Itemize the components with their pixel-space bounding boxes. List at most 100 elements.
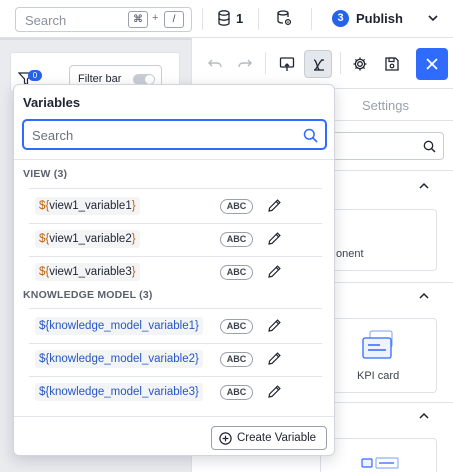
pencil-icon[interactable]	[267, 318, 282, 333]
publish-button[interactable]: Publish	[356, 11, 403, 26]
search-icon	[423, 140, 436, 153]
undo-button[interactable]	[201, 50, 229, 78]
chart-component-icon	[361, 457, 399, 469]
variable-open-token: ${	[39, 353, 50, 365]
shortcut-slash-key: /	[164, 11, 184, 28]
search-icon	[303, 128, 318, 143]
variable-name: view1_variable3	[49, 266, 132, 278]
variable-row[interactable]: ${knowledge_model_variable1} ABC	[29, 312, 322, 340]
variable-close-token: }	[195, 353, 199, 365]
chevron-up-icon[interactable]	[418, 180, 430, 192]
shortcut-cmd-key: ⌘	[128, 11, 148, 28]
variable-chip: ${knowledge_model_variable1}	[35, 317, 203, 335]
variables-title: Variables	[23, 95, 81, 110]
variable-row[interactable]: ${knowledge_model_variable2} ABC	[29, 345, 322, 373]
variable-type-badge: ABC	[220, 352, 253, 367]
variable-type-badge: ABC	[220, 199, 253, 214]
variable-chip: ${view1_variable3}	[35, 263, 140, 281]
present-button[interactable]	[273, 50, 301, 78]
toolbar-divider	[265, 52, 266, 74]
data-settings-icon[interactable]	[276, 10, 292, 26]
variable-name: view1_variable1	[49, 200, 132, 212]
variable-name: view1_variable2	[49, 233, 132, 245]
variable-close-token: }	[195, 386, 199, 398]
gear-icon	[353, 57, 367, 71]
row-divider	[29, 223, 322, 224]
component-search-input[interactable]	[320, 132, 444, 160]
variable-row[interactable]: ${view1_variable1} ABC	[29, 192, 322, 220]
variable-type-badge: ABC	[220, 319, 253, 334]
variable-name: knowledge_model_variable3	[49, 386, 196, 398]
settings-button[interactable]	[346, 50, 374, 78]
undo-icon	[208, 59, 222, 68]
top-toolbar: Search ⌘ + / 1 3 Publish	[0, 0, 453, 38]
row-divider	[29, 256, 322, 257]
close-editor-button[interactable]	[416, 48, 448, 80]
save-icon	[385, 57, 399, 71]
variable-row[interactable]: ${knowledge_model_variable3} ABC	[29, 378, 322, 406]
present-icon	[279, 57, 295, 71]
kpi-card-label: KPI card	[357, 370, 400, 382]
variable-close-token: }	[131, 200, 136, 212]
filter-count-badge: 0	[28, 70, 42, 81]
variable-chip: ${knowledge_model_variable3}	[35, 383, 203, 401]
global-search-placeholder: Search	[25, 13, 67, 28]
variable-row[interactable]: ${view1_variable2} ABC	[29, 225, 322, 253]
tab-settings[interactable]: Settings	[362, 98, 409, 113]
pencil-icon[interactable]	[267, 351, 282, 366]
variable-type-badge: ABC	[220, 232, 253, 247]
chevron-down-icon[interactable]	[427, 12, 439, 24]
variables-popover: Variables VIEW (3) ${view1_variable1} AB…	[13, 84, 335, 456]
pencil-icon[interactable]	[267, 198, 282, 213]
variable-open-token: ${	[39, 233, 50, 245]
row-divider	[29, 308, 322, 309]
variable-name: knowledge_model_variable1	[49, 320, 196, 332]
variable-close-token: }	[131, 266, 136, 278]
variable-close-token: }	[131, 233, 136, 245]
pencil-icon[interactable]	[267, 384, 282, 399]
group-title-knowledge-model: KNOWLEDGE MODEL (3)	[23, 289, 153, 301]
variable-chip: ${knowledge_model_variable2}	[35, 350, 203, 368]
toolbar-divider	[258, 8, 259, 30]
pencil-icon[interactable]	[267, 231, 282, 246]
redo-button[interactable]	[231, 50, 259, 78]
variable-type-badge: ABC	[220, 265, 253, 280]
component-card[interactable]	[320, 209, 437, 271]
global-search-input[interactable]: Search ⌘ + /	[15, 7, 192, 32]
popover-footer-divider	[14, 416, 334, 417]
group-title-view: VIEW (3)	[23, 168, 68, 180]
chevron-up-icon[interactable]	[418, 410, 430, 422]
toolbar-divider	[202, 8, 203, 30]
redo-icon	[238, 59, 252, 68]
toolbar-divider	[340, 52, 341, 74]
variables-button[interactable]	[304, 50, 332, 78]
create-variable-button[interactable]: Create Variable	[211, 426, 327, 450]
variable-x-icon	[313, 59, 324, 71]
popover-divider	[14, 159, 334, 160]
variable-close-token: }	[195, 320, 199, 332]
variable-open-token: ${	[39, 386, 50, 398]
variable-search-field[interactable]	[22, 119, 327, 150]
component-card-label: onent	[336, 248, 364, 260]
chevron-up-icon[interactable]	[418, 290, 430, 302]
variable-search-input[interactable]	[32, 126, 292, 144]
variable-chip: ${view1_variable1}	[35, 197, 140, 215]
variable-open-token: ${	[39, 320, 50, 332]
variable-open-token: ${	[39, 200, 50, 212]
row-divider	[29, 188, 322, 189]
toolbar-divider	[311, 8, 312, 30]
kpi-card-icon	[362, 330, 393, 359]
close-icon	[426, 58, 438, 70]
canvas-top-strip	[0, 38, 191, 40]
variable-row[interactable]: ${view1_variable3} ABC	[29, 258, 322, 286]
create-variable-label: Create Variable	[237, 432, 317, 444]
save-button[interactable]	[378, 50, 406, 78]
shortcut-plus: +	[152, 12, 159, 24]
row-divider	[29, 343, 322, 344]
database-count: 1	[236, 11, 244, 26]
variable-chip: ${view1_variable2}	[35, 230, 140, 248]
variable-type-badge: ABC	[220, 385, 253, 400]
row-divider	[29, 376, 322, 377]
database-icon[interactable]	[218, 10, 230, 26]
pencil-icon[interactable]	[267, 264, 282, 279]
